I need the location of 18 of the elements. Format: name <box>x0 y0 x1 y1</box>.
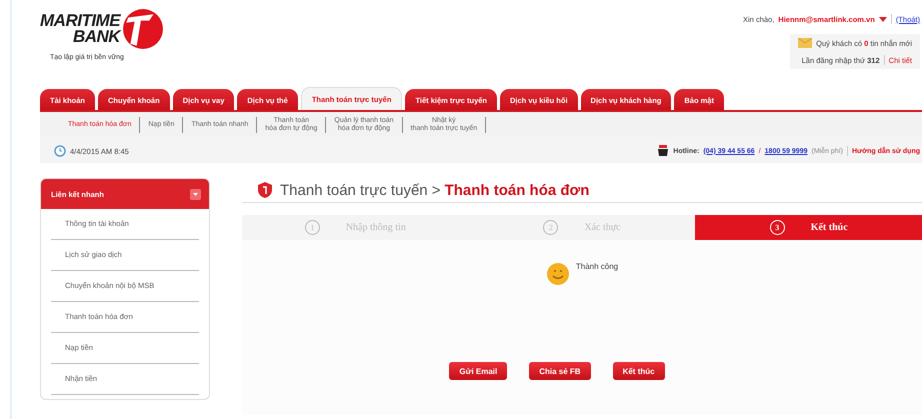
logo-text: MARITIME <box>40 13 120 29</box>
smiley-icon <box>546 262 570 286</box>
phone-icon <box>657 145 670 157</box>
shield-icon <box>258 182 272 198</box>
progress-step: 2 Xác thực <box>468 215 696 240</box>
breadcrumb-parent[interactable]: Thanh toán trực tuyến > <box>280 182 441 198</box>
success-text: Thành công <box>576 262 618 271</box>
logo-icon <box>122 8 164 50</box>
clock-icon <box>54 145 66 157</box>
action-button[interactable]: Gửi Email <box>449 362 508 380</box>
page-title: Thanh toán hóa đơn <box>444 182 590 198</box>
envelope-icon <box>798 38 812 48</box>
caret-icon[interactable] <box>878 16 887 22</box>
action-button[interactable]: Kết thúc <box>612 362 665 380</box>
action-button[interactable]: Chia sẻ FB <box>529 362 591 380</box>
collapse-icon[interactable] <box>190 188 201 200</box>
progress-step: 3 Kết thúc <box>695 215 922 240</box>
logo-text: BANK <box>72 29 120 45</box>
